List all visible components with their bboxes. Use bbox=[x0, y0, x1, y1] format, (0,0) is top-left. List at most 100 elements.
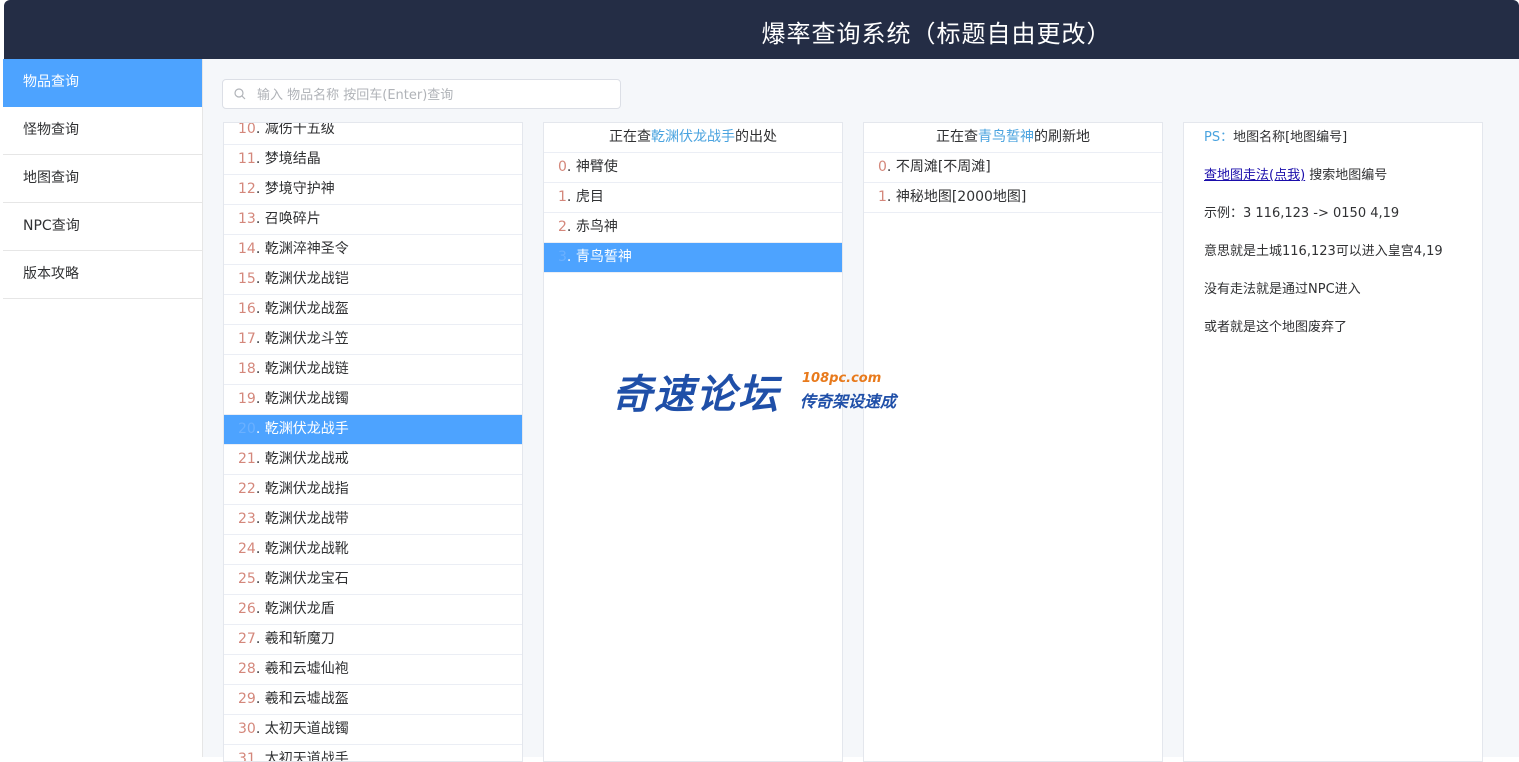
item-row[interactable]: 16. 乾渊伏龙战盔 bbox=[224, 295, 522, 325]
item-row[interactable]: 23. 乾渊伏龙战带 bbox=[224, 505, 522, 535]
item-row-name: 羲和云墟仙袍 bbox=[264, 661, 349, 677]
item-row-separator: . bbox=[255, 421, 265, 437]
sidebar-item-version-guide[interactable]: 版本攻略 bbox=[3, 251, 202, 299]
item-row-number: 24 bbox=[238, 541, 256, 557]
item-row-name: 乾渊伏龙战链 bbox=[264, 361, 349, 377]
info-abandoned-note: 或者就是这个地图废弃了 bbox=[1204, 320, 1348, 335]
item-row-number: 22 bbox=[238, 481, 256, 497]
map-row[interactable]: 0. 不周滩[不周滩] bbox=[864, 153, 1162, 183]
item-row-name: 乾渊伏龙战铠 bbox=[264, 271, 349, 287]
item-row-separator: . bbox=[255, 601, 265, 617]
item-row-name: 乾渊伏龙战带 bbox=[264, 511, 349, 527]
item-row[interactable]: 13. 召唤碎片 bbox=[224, 205, 522, 235]
item-row-number: 20 bbox=[238, 421, 256, 437]
item-row-separator: . bbox=[255, 211, 265, 227]
items-list: 10. 减伤十五级 11. 梦境结晶 12. 梦境守护神 13. 召唤碎片 14. 乾渊… bbox=[224, 123, 522, 761]
item-row[interactable]: 14. 乾渊淬神圣令 bbox=[224, 235, 522, 265]
item-row[interactable]: 18. 乾渊伏龙战链 bbox=[224, 355, 522, 385]
item-row-separator: . bbox=[255, 571, 265, 587]
info-example: 示例：3 116,123 -> 0150 4,19 bbox=[1204, 206, 1400, 221]
map-route-link[interactable]: 查地图走法(点我) bbox=[1204, 168, 1305, 183]
map-header-prefix: 正在查 bbox=[936, 129, 978, 145]
item-row[interactable]: 17. 乾渊伏龙斗笠 bbox=[224, 325, 522, 355]
item-row-number: 14 bbox=[238, 241, 256, 257]
item-row-separator: . bbox=[255, 271, 265, 287]
monster-row-separator: . bbox=[566, 249, 576, 265]
item-row-number: 19 bbox=[238, 391, 256, 407]
page-title: 爆率查询系统（标题自由更改） bbox=[761, 20, 1112, 48]
item-row[interactable]: 26. 乾渊伏龙盾 bbox=[224, 595, 522, 625]
app-header: 爆率查询系统（标题自由更改） bbox=[4, 0, 1519, 59]
monster-row-name: 青鸟誓神 bbox=[575, 249, 632, 265]
item-row-separator: . bbox=[255, 301, 265, 317]
item-row[interactable]: 19. 乾渊伏龙战镯 bbox=[224, 385, 522, 415]
ps-text: 地图名称[地图编号] bbox=[1233, 130, 1348, 145]
item-row[interactable]: 29. 羲和云墟战盔 bbox=[224, 685, 522, 715]
ps-label: PS： bbox=[1204, 130, 1234, 145]
item-row-separator: . bbox=[255, 151, 265, 167]
item-row-name: 太初天道战镯 bbox=[264, 721, 349, 737]
item-row[interactable]: 28. 羲和云墟仙袍 bbox=[224, 655, 522, 685]
item-row[interactable]: 20. 乾渊伏龙战手 bbox=[224, 415, 522, 445]
item-row[interactable]: 25. 乾渊伏龙宝石 bbox=[224, 565, 522, 595]
monster-list: 0. 神臂使 1. 虎目 2. 赤鸟神 3. 青鸟誓神 bbox=[544, 153, 842, 273]
item-row[interactable]: 10. 减伤十五级 bbox=[224, 123, 522, 145]
item-row-name: 乾渊伏龙斗笠 bbox=[264, 331, 349, 347]
sidebar-item-npc-query[interactable]: NPC查询 bbox=[3, 203, 202, 251]
map-header-suffix: 的刷新地 bbox=[1034, 129, 1090, 145]
sidebar-item-monster-query[interactable]: 怪物查询 bbox=[3, 107, 202, 155]
sidebar-item-map-query[interactable]: 地图查询 bbox=[3, 155, 202, 203]
sidebar-nav: 物品查询 怪物查询 地图查询 NPC查询 版本攻略 bbox=[3, 59, 203, 757]
item-row[interactable]: 15. 乾渊伏龙战铠 bbox=[224, 265, 522, 295]
item-row-name: 乾渊伏龙战盔 bbox=[264, 301, 349, 317]
item-row-number: 28 bbox=[238, 661, 256, 677]
sidebar-item-item-query[interactable]: 物品查询 bbox=[3, 59, 202, 107]
info-link-line: 查地图走法(点我) 搜索地图编号 bbox=[1204, 169, 1482, 207]
item-row[interactable]: 11. 梦境结晶 bbox=[224, 145, 522, 175]
monster-row[interactable]: 0. 神臂使 bbox=[544, 153, 842, 183]
monster-row-number: 2 bbox=[558, 219, 567, 235]
item-row-number: 11 bbox=[238, 151, 256, 167]
map-row-number: 1 bbox=[878, 189, 887, 205]
map-panel-header: 正在查青鸟誓神的刷新地 bbox=[864, 123, 1162, 153]
item-row-number: 30 bbox=[238, 721, 256, 737]
item-row-number: 12 bbox=[238, 181, 256, 197]
monster-row-separator: . bbox=[566, 159, 576, 175]
monster-row[interactable]: 2. 赤鸟神 bbox=[544, 213, 842, 243]
monster-row-name: 虎目 bbox=[575, 189, 604, 205]
item-row-number: 17 bbox=[238, 331, 256, 347]
item-row-number: 13 bbox=[238, 211, 256, 227]
map-row-separator: . bbox=[886, 159, 896, 175]
item-row-name: 乾渊伏龙战指 bbox=[264, 481, 349, 497]
item-row-number: 15 bbox=[238, 271, 256, 287]
map-row[interactable]: 1. 神秘地图[2000地图] bbox=[864, 183, 1162, 213]
item-row-name: 乾渊伏龙盾 bbox=[264, 601, 335, 617]
search-input[interactable] bbox=[255, 83, 609, 107]
info-panel: PS：地图名称[地图编号] 查地图走法(点我) 搜索地图编号 示例：3 116,… bbox=[1183, 122, 1483, 762]
item-row-number: 27 bbox=[238, 631, 256, 647]
item-row-separator: . bbox=[255, 721, 265, 737]
item-row-name: 乾渊伏龙战戒 bbox=[264, 451, 349, 467]
item-row-separator: . bbox=[255, 451, 265, 467]
item-row-number: 23 bbox=[238, 511, 256, 527]
monster-row-number: 1 bbox=[558, 189, 567, 205]
item-row-number: 18 bbox=[238, 361, 256, 377]
item-row-separator: . bbox=[255, 511, 265, 527]
info-content: PS：地图名称[地图编号] 查地图走法(点我) 搜索地图编号 示例：3 116,… bbox=[1184, 123, 1482, 359]
item-row[interactable]: 31. 太初天道战手 bbox=[224, 745, 522, 761]
info-ps-line: PS：地图名称[地图编号] bbox=[1204, 131, 1482, 169]
item-row[interactable]: 30. 太初天道战镯 bbox=[224, 715, 522, 745]
map-row-number: 0 bbox=[878, 159, 887, 175]
item-row-name: 召唤碎片 bbox=[264, 211, 321, 227]
search-box bbox=[222, 79, 621, 109]
item-row[interactable]: 22. 乾渊伏龙战指 bbox=[224, 475, 522, 505]
monster-row[interactable]: 3. 青鸟誓神 bbox=[544, 243, 842, 273]
item-row[interactable]: 27. 羲和斩魔刀 bbox=[224, 625, 522, 655]
monster-row-number: 0 bbox=[558, 159, 567, 175]
item-row[interactable]: 21. 乾渊伏龙战戒 bbox=[224, 445, 522, 475]
item-row-name: 羲和斩魔刀 bbox=[264, 631, 335, 647]
item-row[interactable]: 12. 梦境守护神 bbox=[224, 175, 522, 205]
item-row[interactable]: 24. 乾渊伏龙战靴 bbox=[224, 535, 522, 565]
monster-row[interactable]: 1. 虎目 bbox=[544, 183, 842, 213]
map-header-monster: 青鸟誓神 bbox=[978, 129, 1034, 145]
